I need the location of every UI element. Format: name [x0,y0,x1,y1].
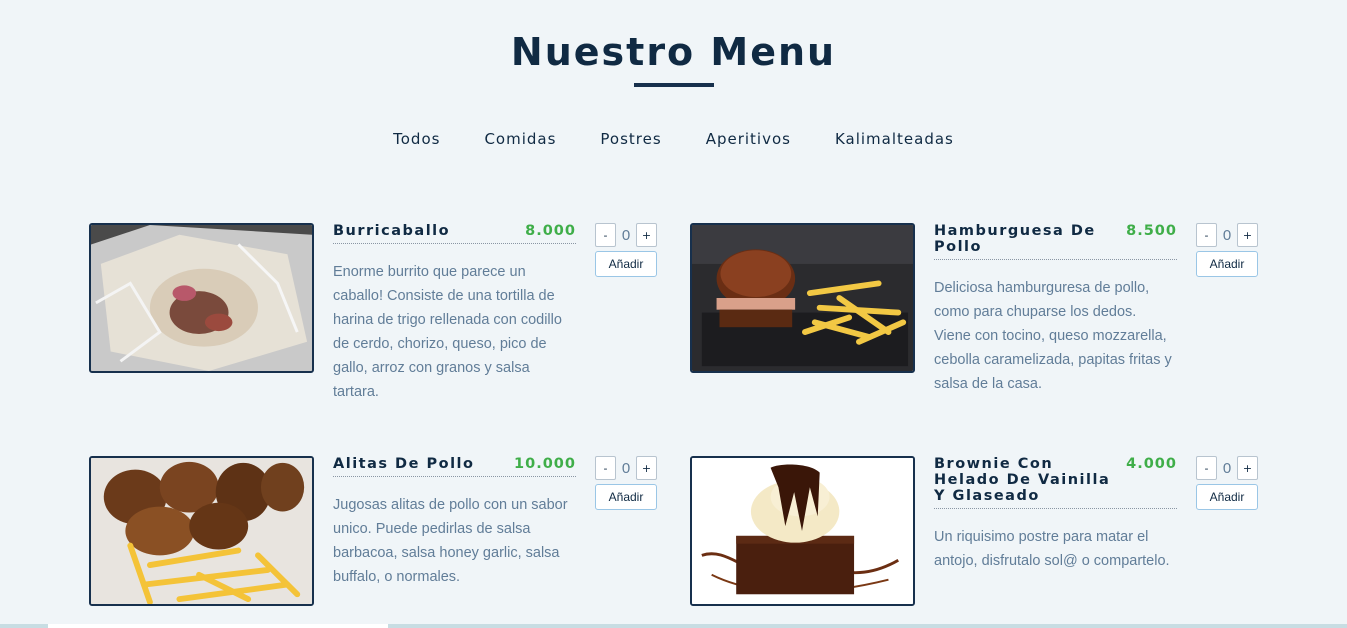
increase-button[interactable]: + [1237,223,1258,247]
filter-kalimalteadas[interactable]: Kalimalteadas [835,130,954,148]
increase-button[interactable]: + [636,223,657,247]
category-filters: Todos Comidas Postres Aperitivos Kalimal… [0,130,1347,148]
quantity-controls: - 0 + Añadir [595,456,659,510]
page-title: Nuestro Menu [510,30,837,74]
brownie-photo [690,456,915,606]
item-description: Jugosas alitas de pollo con un sabor uni… [333,497,568,585]
decrease-button[interactable]: - [1196,456,1217,480]
quantity-controls: - 0 + Añadir [595,223,659,277]
quantity-value: 0 [621,459,631,477]
decrease-button[interactable]: - [1196,223,1217,247]
title-underline [634,83,714,87]
chicken-wings-photo [89,456,314,606]
item-name: Hamburguesa De Pollo [934,223,1096,255]
item-description: Un riquisimo postre para matar el antojo… [934,529,1170,569]
item-price: 10.000 [514,456,576,472]
quantity-value: 0 [1222,226,1232,244]
decrease-button[interactable]: - [595,456,616,480]
add-to-cart-button[interactable]: Añadir [595,484,657,510]
bottom-panel-edge [48,624,388,628]
item-name: Alitas De Pollo [333,456,475,472]
decrease-button[interactable]: - [595,223,616,247]
filter-postres[interactable]: Postres [600,130,661,148]
menu-item: Alitas De Pollo 10.000 Jugosas alitas de… [89,456,664,626]
filter-comidas[interactable]: Comidas [484,130,556,148]
menu-item: Burricaballo 8.000 Enorme burrito que pa… [89,223,664,400]
item-description: Enorme burrito que parece un caballo! Co… [333,264,562,400]
chicken-burger-photo [690,223,915,373]
filter-aperitivos[interactable]: Aperitivos [706,130,791,148]
increase-button[interactable]: + [636,456,657,480]
quantity-value: 0 [621,226,631,244]
item-description: Deliciosa hamburguresa de pollo, como pa… [934,280,1172,392]
item-price: 8.500 [1126,223,1177,239]
menu-item: Hamburguesa De Pollo 8.500 Deliciosa ham… [690,223,1265,393]
quantity-controls: - 0 + Añadir [1196,456,1260,510]
increase-button[interactable]: + [1237,456,1258,480]
burrito-photo [89,223,314,373]
add-to-cart-button[interactable]: Añadir [595,251,657,277]
item-name: Burricaballo [333,223,451,239]
item-price: 8.000 [525,223,576,239]
add-to-cart-button[interactable]: Añadir [1196,484,1258,510]
item-name: Brownie Con Helado De Vainilla Y Glasead… [934,456,1111,504]
quantity-controls: - 0 + Añadir [1196,223,1260,277]
quantity-value: 0 [1222,459,1232,477]
filter-todos[interactable]: Todos [393,130,440,148]
item-price: 4.000 [1126,456,1177,472]
add-to-cart-button[interactable]: Añadir [1196,251,1258,277]
menu-item: Brownie Con Helado De Vainilla Y Glasead… [690,456,1265,626]
